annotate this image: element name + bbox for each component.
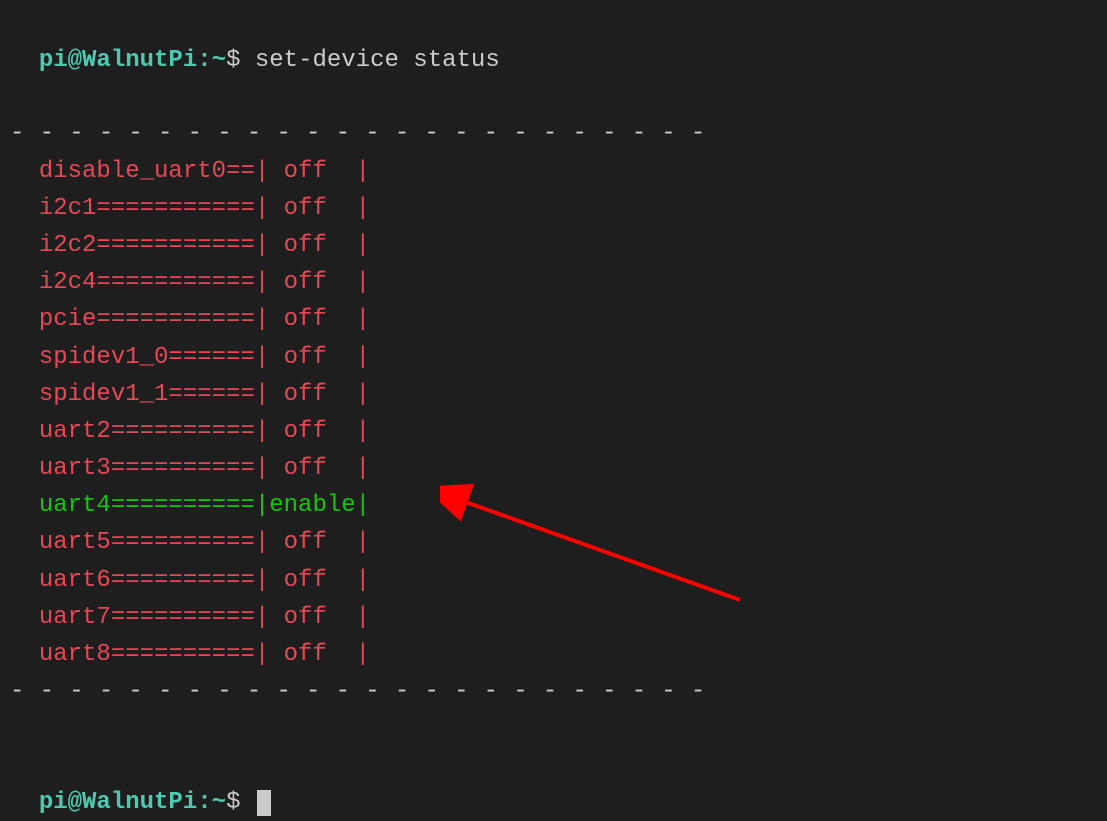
device-row: uart5==========| off | (10, 524, 1097, 561)
device-label: uart6==========| (39, 567, 269, 594)
device-label: spidev1_0======| (39, 344, 269, 371)
command-prompt-line-2[interactable]: pi@WalnutPi:~$ (10, 746, 1097, 820)
prompt-path: ~ (212, 47, 226, 74)
device-label: uart4==========| (39, 492, 269, 519)
device-label: i2c1===========| (39, 195, 269, 222)
device-label: i2c4===========| (39, 269, 269, 296)
device-label: pcie===========| (39, 306, 269, 333)
device-label: disable_uart0==| (39, 158, 269, 185)
device-row: i2c1===========| off | (10, 190, 1097, 227)
device-row: uart7==========| off | (10, 599, 1097, 636)
device-label: uart5==========| (39, 529, 269, 556)
prompt-user-host: pi@WalnutPi (39, 789, 197, 816)
device-status: off | (269, 158, 370, 185)
device-row: i2c4===========| off | (10, 264, 1097, 301)
prompt-path: ~ (212, 789, 226, 816)
device-row: uart2==========| off | (10, 413, 1097, 450)
device-status: off | (269, 641, 370, 668)
device-row: disable_uart0==| off | (10, 153, 1097, 190)
bottom-border: - - - - - - - - - - - - - - - - - - - - … (10, 673, 1097, 710)
device-row: spidev1_1======| off | (10, 376, 1097, 413)
device-status: off | (269, 455, 370, 482)
device-status: off | (269, 529, 370, 556)
device-status: off | (269, 306, 370, 333)
device-label: i2c2===========| (39, 232, 269, 259)
prompt-symbol: $ (226, 789, 240, 816)
device-row: uart8==========| off | (10, 636, 1097, 673)
prompt-user-host: pi@WalnutPi (39, 47, 197, 74)
device-status: off | (269, 418, 370, 445)
device-status: off | (269, 567, 370, 594)
device-row: uart3==========| off | (10, 450, 1097, 487)
device-label: uart3==========| (39, 455, 269, 482)
device-row: spidev1_0======| off | (10, 339, 1097, 376)
blank-line (10, 79, 1097, 115)
device-status: off | (269, 232, 370, 259)
device-row: uart4==========|enable| (10, 487, 1097, 524)
device-row: i2c2===========| off | (10, 227, 1097, 264)
top-border: - - - - - - - - - - - - - - - - - - - - … (10, 115, 1097, 152)
device-status: off | (269, 269, 370, 296)
device-status-list: disable_uart0==| off | i2c1===========| … (10, 153, 1097, 674)
command-text: set-device status (255, 47, 500, 74)
device-label: uart8==========| (39, 641, 269, 668)
prompt-symbol: $ (226, 47, 240, 74)
device-status: enable| (269, 492, 370, 519)
device-row: uart6==========| off | (10, 562, 1097, 599)
device-label: uart2==========| (39, 418, 269, 445)
device-status: off | (269, 381, 370, 408)
device-status: off | (269, 344, 370, 371)
device-label: uart7==========| (39, 604, 269, 631)
device-label: spidev1_1======| (39, 381, 269, 408)
blank-line-2 (10, 710, 1097, 746)
command-prompt-line: pi@WalnutPi:~$ set-device status (10, 5, 1097, 79)
device-status: off | (269, 195, 370, 222)
cursor (257, 790, 271, 816)
device-row: pcie===========| off | (10, 301, 1097, 338)
device-status: off | (269, 604, 370, 631)
